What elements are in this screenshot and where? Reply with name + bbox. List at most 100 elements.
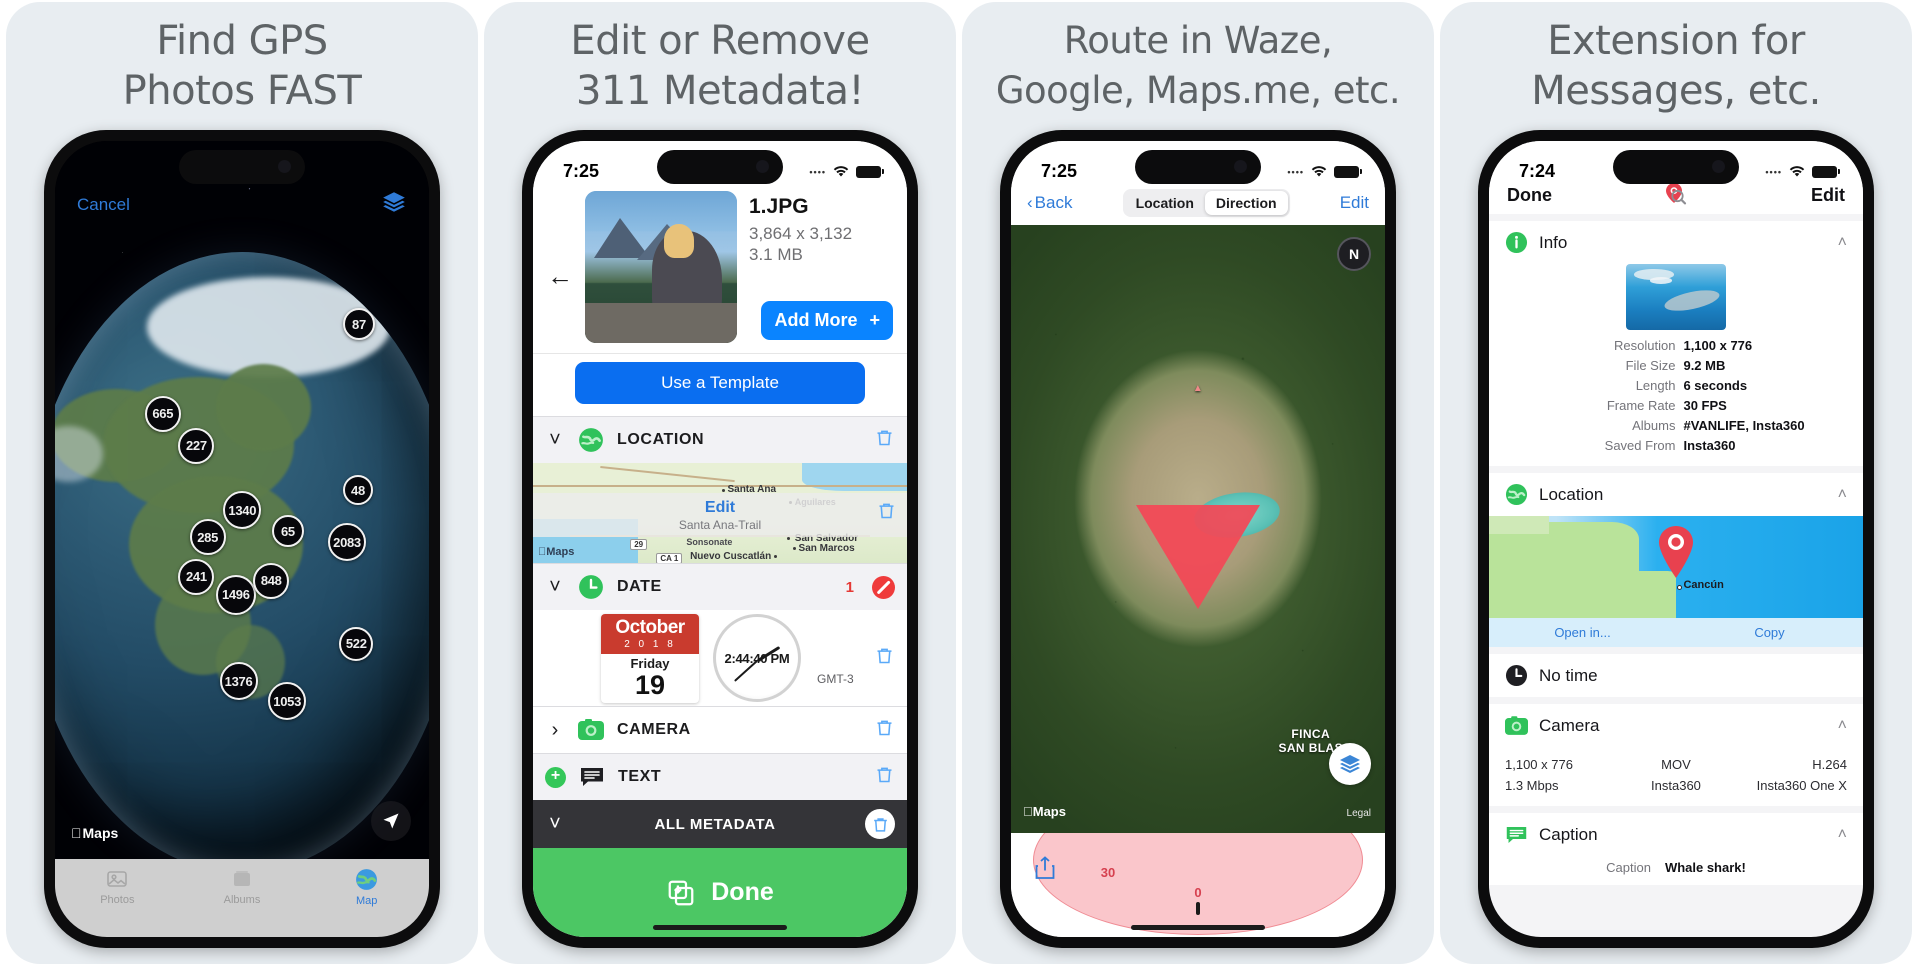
tab-map-label: Map — [355, 895, 378, 907]
section-title-date: DATE — [617, 578, 662, 595]
remove-date-icon[interactable] — [872, 575, 895, 599]
maps-attribution: Maps — [538, 546, 574, 558]
calendar-day: 19 — [634, 669, 666, 700]
maps-attribution: Maps — [1023, 804, 1066, 819]
chevron-right-icon[interactable]: › — [545, 719, 565, 742]
calendar-widget[interactable]: October 2 0 1 8 Friday 19 — [601, 613, 699, 703]
satellite-map[interactable]: ▲ N FINCA SAN BLAS Maps Legal — [1011, 225, 1385, 833]
time-card-header[interactable]: No time — [1489, 654, 1863, 697]
section-header-text[interactable]: + TEXT — [533, 753, 907, 800]
add-text-icon[interactable]: + — [545, 766, 566, 788]
locate-arrow-icon[interactable] — [371, 801, 411, 841]
delete-text-icon[interactable] — [874, 764, 895, 791]
chevron-down-icon[interactable]: ˅ — [545, 813, 565, 836]
layers-icon[interactable] — [1329, 743, 1371, 785]
add-more-button[interactable]: Add More + — [761, 301, 893, 340]
cluster-marker[interactable]: 65 — [271, 515, 304, 548]
legal-link[interactable]: Legal — [1347, 808, 1371, 819]
section-header-camera[interactable]: › CAMERA — [533, 706, 907, 753]
cluster-marker[interactable]: 227 — [178, 427, 215, 464]
info-row: Resolution 1,100 x 776 — [1489, 336, 1863, 356]
compass-icon[interactable]: N — [1337, 237, 1371, 271]
share-icon[interactable] — [1033, 855, 1057, 886]
tab-photos[interactable]: Photos — [56, 867, 179, 906]
globe-3d[interactable] — [55, 252, 429, 874]
calendar-header: October 2 0 1 8 — [601, 613, 699, 654]
chevron-down-icon[interactable]: ˅ — [545, 429, 565, 452]
clock-widget[interactable]: 2:44:40 PM — [713, 614, 801, 702]
location-map[interactable]: Cancún — [1489, 516, 1863, 618]
caption-card-header[interactable]: Caption ˄ — [1489, 813, 1863, 856]
map-edit-overlay[interactable]: Edit Santa Ana-Trail — [533, 493, 907, 537]
use-template-button[interactable]: Use a Template — [575, 362, 865, 404]
extension-info-screen: 7:24 •••• Done Edit Info ˄ Resolution 1,… — [1489, 141, 1863, 937]
cluster-marker[interactable]: 848 — [253, 562, 290, 599]
file-dimensions: 3,864 x 3,132 — [749, 224, 853, 243]
segmented-control[interactable]: Location Direction — [1122, 189, 1290, 217]
chevron-down-icon[interactable]: ˅ — [545, 576, 565, 599]
segment-location[interactable]: Location — [1125, 191, 1205, 215]
edit-button[interactable]: Edit — [1340, 193, 1369, 213]
screenshot-panel-2: Edit or Remove 311 Metadata! 7:25 •••• ← — [484, 2, 956, 964]
tab-map[interactable]: Map — [305, 867, 428, 907]
copy-button[interactable]: Copy — [1676, 618, 1863, 647]
chevron-up-icon[interactable]: ˄ — [1838, 234, 1847, 252]
front-camera-lens — [1234, 160, 1247, 173]
cluster-marker[interactable]: 285 — [189, 519, 226, 556]
cluster-marker[interactable]: 522 — [339, 626, 374, 661]
dial-needle[interactable] — [1196, 902, 1200, 915]
home-indicator — [1131, 925, 1265, 930]
apple-logo-icon:  — [538, 546, 546, 558]
globe-icon — [1505, 483, 1528, 506]
caption-value[interactable]: Whale shark! — [1665, 860, 1746, 875]
panel-2-caption-line2: 311 Metadata! — [575, 68, 865, 114]
cluster-marker[interactable]: 1376 — [219, 662, 258, 701]
all-metadata-bar[interactable]: ˅ ALL METADATA — [533, 800, 907, 848]
info-value: 30 FPS — [1683, 398, 1727, 413]
edit-location-link[interactable]: Edit — [705, 499, 735, 517]
back-arrow-icon[interactable]: ← — [547, 191, 573, 292]
cluster-marker[interactable]: 2083 — [328, 523, 367, 562]
chevron-up-icon[interactable]: ˄ — [1838, 717, 1847, 735]
direction-dial[interactable]: 30 0 — [1011, 833, 1385, 937]
tab-albums[interactable]: Albums — [180, 867, 303, 906]
panel-3-caption: Route in Waze, Google, Maps.me, etc. — [962, 16, 1434, 116]
section-header-date[interactable]: ˅ DATE 1 — [533, 563, 907, 610]
cluster-marker[interactable]: 87 — [342, 308, 375, 341]
delete-map-icon[interactable] — [876, 500, 897, 526]
back-button[interactable]: ‹ Back — [1027, 193, 1072, 213]
camera-card-header[interactable]: Camera ˄ — [1489, 704, 1863, 747]
chevron-up-icon[interactable]: ˄ — [1838, 486, 1847, 504]
screenshot-panel-1: Find GPS Photos FAST Cancel 87 665 227 4… — [6, 2, 478, 964]
delete-location-icon[interactable] — [874, 427, 895, 454]
cluster-count: 285 — [197, 529, 219, 545]
delete-camera-icon[interactable] — [874, 717, 895, 744]
cancel-button[interactable]: Cancel — [77, 195, 130, 215]
done-button[interactable]: Done — [533, 848, 907, 937]
location-card-header[interactable]: Location ˄ — [1489, 473, 1863, 516]
open-in-button[interactable]: Open in... — [1489, 618, 1676, 647]
plus-icon: + — [869, 310, 880, 330]
panel-4-caption-line2: Messages, etc. — [1531, 68, 1821, 114]
cluster-marker[interactable]: 1496 — [215, 574, 256, 615]
video-thumbnail[interactable] — [1626, 264, 1726, 330]
front-camera-lens — [756, 160, 769, 173]
delete-all-metadata-icon[interactable] — [865, 809, 895, 839]
timezone-label: GMT-3 — [817, 672, 854, 686]
delete-date-icon[interactable] — [874, 645, 895, 672]
camera-details-grid: 1,100 x 776 MOV H.264 1.3 Mbps Insta360 … — [1489, 747, 1863, 806]
location-mini-map[interactable]: Santa Ana Aguilares San Salvador San Mar… — [533, 463, 907, 563]
photo-thumbnail[interactable] — [585, 191, 737, 343]
calendar-year: 2 0 1 8 — [624, 638, 676, 650]
chevron-up-icon[interactable]: ˄ — [1838, 826, 1847, 844]
layers-icon[interactable] — [381, 189, 407, 220]
info-row: Albums #VANLIFE, Insta360 — [1489, 416, 1863, 436]
panel-1-caption-line2: Photos FAST — [122, 68, 362, 114]
segment-direction[interactable]: Direction — [1204, 191, 1288, 215]
time-title: No time — [1539, 665, 1598, 685]
camera-detail: Insta360 One X — [1756, 778, 1847, 793]
section-header-location[interactable]: ˅ LOCATION — [533, 416, 907, 463]
info-card-header[interactable]: Info ˄ — [1489, 221, 1863, 264]
cluster-marker[interactable]: 665 — [144, 395, 181, 432]
direction-map-screen: 7:25 •••• ‹ Back Location Direction Edit… — [1011, 141, 1385, 937]
